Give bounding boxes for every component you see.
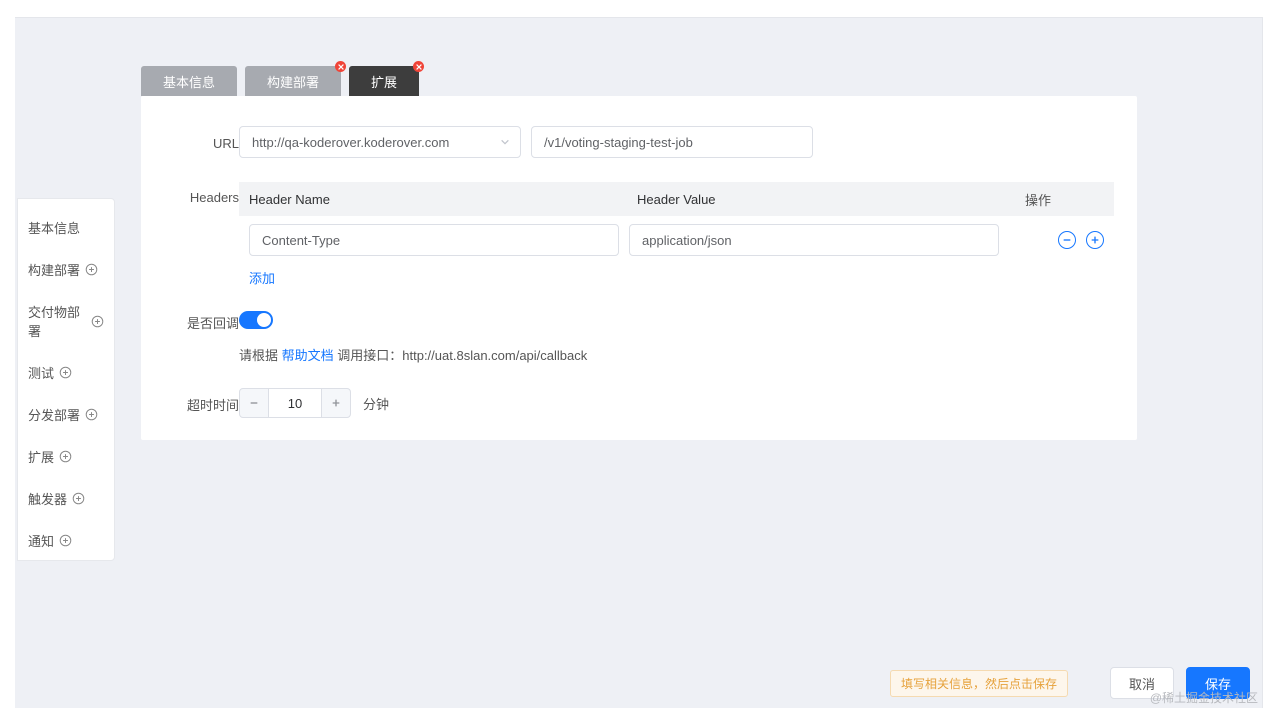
footer-bar: 填写相关信息，然后点击保存 取消 保存 [15, 658, 1262, 708]
sidebar-item-label: 通知 [28, 531, 54, 550]
col-header-op: 操作 [1025, 190, 1104, 209]
callback-toggle[interactable] [239, 311, 273, 329]
url-path-input[interactable] [531, 126, 813, 158]
tab-basic-info[interactable]: 基本信息 [141, 66, 237, 96]
chevron-down-icon [500, 137, 510, 147]
sidebar-item-label: 分发部署 [28, 405, 80, 424]
timeout-stepper[interactable]: 10 [239, 388, 351, 418]
sidebar-item-basic-info[interactable]: 基本信息 [28, 218, 104, 237]
close-icon[interactable] [413, 61, 424, 72]
headers-table-head: Header Name Header Value 操作 [239, 182, 1114, 216]
headers-table-row [239, 216, 1114, 264]
callback-url: http://uat.8slan.com/api/callback [402, 348, 587, 363]
col-header-name: Header Name [249, 192, 637, 207]
sidebar-item-label: 基本信息 [28, 218, 80, 237]
header-name-input[interactable] [249, 224, 619, 256]
page-frame: 基本信息 构建部署 交付物部署 测试 分发部署 扩展 触发器 通知 [15, 17, 1263, 708]
timeout-increase-button[interactable] [321, 388, 351, 418]
sidebar-item-label: 触发器 [28, 489, 67, 508]
tab-build-deploy[interactable]: 构建部署 [245, 66, 341, 96]
timeout-unit: 分钟 [363, 394, 389, 413]
url-path-value[interactable] [544, 135, 800, 150]
tab-extension[interactable]: 扩展 [349, 66, 419, 96]
add-header-button[interactable] [1086, 231, 1104, 249]
plus-circle-icon [71, 492, 85, 506]
tabs: 基本信息 构建部署 扩展 [141, 66, 419, 96]
plus-circle-icon [84, 408, 98, 422]
sidebar-item-label: 扩展 [28, 447, 54, 466]
remove-header-button[interactable] [1058, 231, 1076, 249]
sidebar-item-test[interactable]: 测试 [28, 363, 104, 382]
header-value-input[interactable] [629, 224, 999, 256]
timeout-decrease-button[interactable] [239, 388, 269, 418]
plus-circle-icon [84, 263, 98, 277]
sidebar-item-distribute-deploy[interactable]: 分发部署 [28, 405, 104, 424]
sidebar-item-extension[interactable]: 扩展 [28, 447, 104, 466]
plus-circle-icon [58, 534, 72, 548]
tab-label: 构建部署 [267, 72, 319, 91]
url-host-select[interactable]: http://qa-koderover.koderover.com [239, 126, 521, 158]
plus-circle-icon [91, 314, 104, 328]
plus-circle-icon [58, 366, 72, 380]
timeout-value[interactable]: 10 [269, 388, 321, 418]
url-label: URL [161, 134, 239, 151]
help-doc-link[interactable]: 帮助文档 [282, 348, 334, 363]
headers-label: Headers [161, 182, 239, 205]
callback-label: 是否回调 [161, 311, 239, 332]
timeout-label: 超时时间 [161, 393, 239, 414]
sidebar: 基本信息 构建部署 交付物部署 测试 分发部署 扩展 触发器 通知 [17, 198, 115, 561]
tab-label: 基本信息 [163, 72, 215, 91]
save-hint: 填写相关信息，然后点击保存 [890, 670, 1068, 697]
headers-table: Header Name Header Value 操作 [239, 182, 1114, 264]
sidebar-item-label: 交付物部署 [28, 302, 87, 340]
callback-helper: 请根据 帮助文档 调用接口：http://uat.8slan.com/api/c… [239, 345, 1117, 364]
close-icon[interactable] [335, 61, 346, 72]
sidebar-item-build-deploy[interactable]: 构建部署 [28, 260, 104, 279]
sidebar-item-trigger[interactable]: 触发器 [28, 489, 104, 508]
watermark: @稀土掘金技术社区 [1150, 689, 1258, 706]
sidebar-item-label: 测试 [28, 363, 54, 382]
sidebar-item-artifact-deploy[interactable]: 交付物部署 [28, 302, 104, 340]
sidebar-item-label: 构建部署 [28, 260, 80, 279]
col-header-value: Header Value [637, 192, 1025, 207]
plus-circle-icon [58, 450, 72, 464]
extension-form-panel: URL http://qa-koderover.koderover.com [141, 96, 1137, 440]
sidebar-item-notify[interactable]: 通知 [28, 531, 104, 550]
url-host-value: http://qa-koderover.koderover.com [252, 135, 449, 150]
tab-label: 扩展 [371, 72, 397, 91]
add-header-link[interactable]: 添加 [239, 268, 1117, 287]
